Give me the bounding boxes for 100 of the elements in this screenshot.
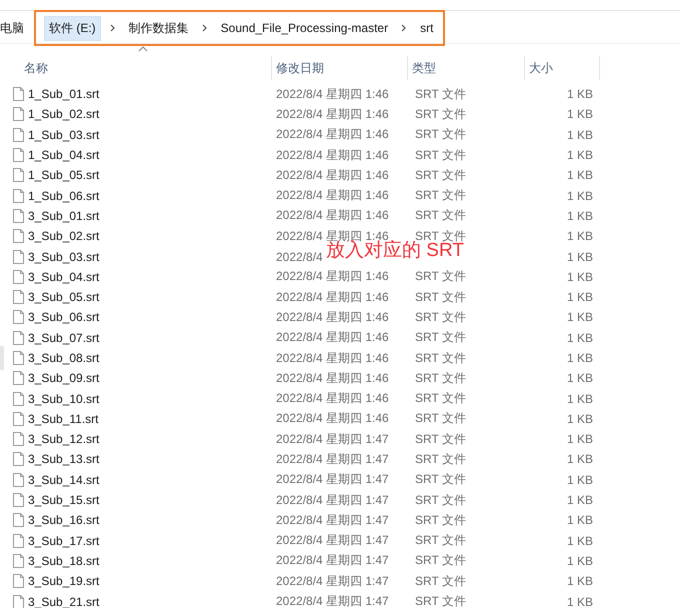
modified-date: 2022/8/4 星期四 1:46 xyxy=(275,410,389,428)
file-icon xyxy=(13,107,24,122)
modified-date: 2022/8/4 星期四 1:46 xyxy=(275,350,389,366)
column-header[interactable]: 类型 xyxy=(408,56,525,80)
file-type: SRT 文件 xyxy=(414,288,466,306)
modified-date: 2022/8/4 星期四 1:46 xyxy=(275,268,389,286)
file-icon xyxy=(13,310,24,324)
file-icon xyxy=(13,452,24,466)
file-type: SRT 文件 xyxy=(414,593,466,608)
file-name[interactable]: 3_Sub_16.srt xyxy=(28,513,272,528)
file-size: 1 KB xyxy=(566,412,593,426)
modified-date: 2022/8/4 星期四 1:46 xyxy=(275,370,389,387)
file-size: 1 KB xyxy=(566,107,593,122)
file-name[interactable]: 3_Sub_17.srt xyxy=(28,534,272,548)
file-size: 1 KB xyxy=(566,351,593,365)
file-type: SRT 文件 xyxy=(414,430,466,448)
file-size: 1 KB xyxy=(566,371,593,386)
file-name[interactable]: 3_Sub_04.srt xyxy=(28,270,272,284)
file-type: SRT 文件 xyxy=(414,126,466,144)
file-icon xyxy=(13,148,24,162)
modified-date: 2022/8/4 星期四 1:46 xyxy=(275,126,389,144)
file-icon xyxy=(13,250,24,264)
modified-date: 2022/8/4 星期四 1:46 xyxy=(275,288,389,306)
file-icon xyxy=(13,371,24,386)
file-size: 1 KB xyxy=(566,594,593,608)
file-type: SRT 文件 xyxy=(414,268,466,286)
modified-date: 2022/8/4 星期四 1:47 xyxy=(275,450,389,468)
file-name[interactable]: 3_Sub_07.srt xyxy=(28,330,272,345)
file-type: SRT 文件 xyxy=(414,166,466,184)
file-name[interactable]: 3_Sub_10.srt xyxy=(28,392,272,406)
file-name[interactable]: 1_Sub_01.srt xyxy=(28,87,272,102)
file-size: 1 KB xyxy=(566,452,593,466)
breadcrumb-item[interactable]: srt xyxy=(416,18,438,38)
modified-date: 2022/8/4 星期四 1:47 xyxy=(275,430,389,448)
column-header[interactable]: 大小 xyxy=(525,56,600,80)
file-name[interactable]: 3_Sub_08.srt xyxy=(28,351,272,365)
file-name[interactable]: 3_Sub_18.srt xyxy=(28,554,272,568)
file-name[interactable]: 3_Sub_02.srt xyxy=(28,229,272,244)
file-name[interactable]: 3_Sub_06.srt xyxy=(28,310,272,324)
file-type: SRT 文件 xyxy=(414,532,466,550)
file-name[interactable]: 3_Sub_05.srt xyxy=(28,290,272,304)
file-size: 1 KB xyxy=(566,310,593,324)
file-type: SRT 文件 xyxy=(414,329,466,346)
column-header[interactable]: 修改日期 xyxy=(272,56,408,80)
file-icon xyxy=(13,493,24,508)
modified-date: 2022/8/4 星期四 1:47 xyxy=(275,532,389,550)
file-type: SRT 文件 xyxy=(414,492,466,509)
file-name[interactable]: 3_Sub_15.srt xyxy=(28,493,272,508)
file-name[interactable]: 1_Sub_06.srt xyxy=(28,188,272,203)
file-name[interactable]: 3_Sub_03.srt xyxy=(28,250,272,264)
file-type: SRT 文件 xyxy=(414,350,466,366)
modified-date: 2022/8/4 星期四 1:46 xyxy=(275,187,389,204)
file-name[interactable]: 1_Sub_03.srt xyxy=(28,128,272,142)
file-name[interactable]: 3_Sub_09.srt xyxy=(28,371,272,386)
file-size: 1 KB xyxy=(566,270,593,284)
modified-date: 2022/8/4 星期四 1:47 xyxy=(275,572,389,590)
file-icon xyxy=(13,270,24,284)
modified-date: 2022/8/4 星期四 1:46 xyxy=(275,207,389,224)
column-header[interactable]: 名称 xyxy=(0,56,272,80)
modified-date: 2022/8/4 星期四 1:46 xyxy=(275,86,389,103)
file-size: 1 KB xyxy=(566,392,593,406)
file-icon xyxy=(13,513,24,528)
file-type: SRT 文件 xyxy=(414,450,466,468)
file-name[interactable]: 3_Sub_11.srt xyxy=(28,412,272,426)
file-icon xyxy=(13,229,24,244)
file-icon xyxy=(13,168,24,182)
file-size: 1 KB xyxy=(566,148,593,162)
file-type: SRT 文件 xyxy=(414,207,466,224)
modified-date: 2022/8/4 xyxy=(275,250,323,264)
file-name[interactable]: 3_Sub_01.srt xyxy=(28,208,272,223)
file-type: SRT 文件 xyxy=(414,572,466,590)
file-name[interactable]: 3_Sub_21.srt xyxy=(28,594,272,608)
file-name[interactable]: 3_Sub_14.srt xyxy=(28,472,272,487)
file-name[interactable]: 1_Sub_04.srt xyxy=(28,148,272,162)
breadcrumb-item[interactable]: 软件 (E:) xyxy=(44,16,101,40)
file-name[interactable]: 3_Sub_13.srt xyxy=(28,452,272,466)
file-icon xyxy=(13,208,24,223)
file-size: 1 KB xyxy=(566,330,593,345)
file-size: 1 KB xyxy=(566,534,593,548)
modified-date: 2022/8/4 星期四 1:46 xyxy=(275,146,389,164)
file-icon xyxy=(13,188,24,203)
file-name[interactable]: 3_Sub_12.srt xyxy=(28,432,272,446)
file-type: SRT 文件 xyxy=(414,106,466,123)
file-type: SRT 文件 xyxy=(414,370,466,387)
breadcrumb-item[interactable]: Sound_File_Processing-master xyxy=(216,18,392,38)
breadcrumb-item[interactable]: 电脑 xyxy=(0,20,32,36)
modified-date: 2022/8/4 星期四 1:47 xyxy=(275,471,389,488)
file-size: 1 KB xyxy=(566,229,593,244)
file-type: SRT 文件 xyxy=(414,86,466,103)
file-icon xyxy=(13,330,24,345)
breadcrumb-item[interactable]: 制作数据集 xyxy=(124,16,193,40)
file-name[interactable]: 1_Sub_02.srt xyxy=(28,107,272,122)
modified-date: 2022/8/4 星期四 1:47 xyxy=(275,492,389,509)
modified-date: 2022/8/4 星期四 1:47 xyxy=(275,552,389,570)
file-type: SRT 文件 xyxy=(414,512,466,529)
file-name[interactable]: 3_Sub_19.srt xyxy=(28,574,272,588)
file-size: 1 KB xyxy=(566,432,593,446)
file-name[interactable]: 1_Sub_05.srt xyxy=(28,168,272,182)
file-size: 1 KB xyxy=(566,472,593,487)
file-size: 1 KB xyxy=(566,493,593,508)
